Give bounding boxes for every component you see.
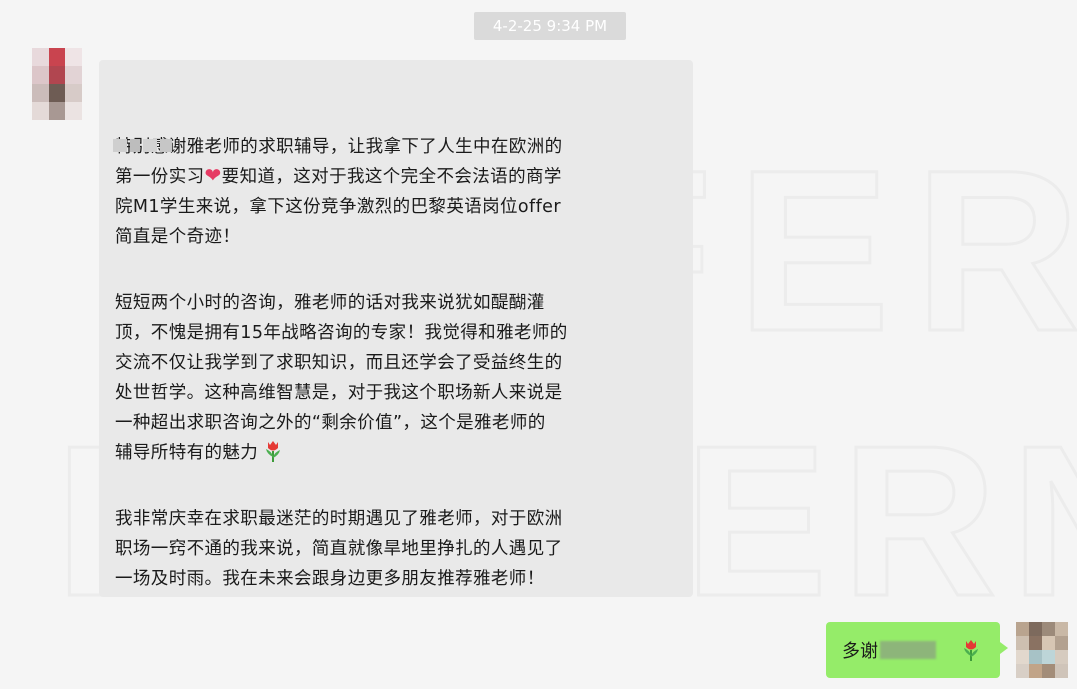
sender-name-blurred [113,139,173,155]
tulip-emoji-icon [266,441,281,462]
message-timestamp: 4-2-25 9:34 PM [474,12,626,40]
paragraph-2-text: 短短两个小时的咨询，雅老师的话对我来说犹如醍醐灌 顶，不愧是拥有15年战略咨询的… [115,293,568,463]
reply-text: 多谢 [842,641,878,662]
sender-avatar[interactable] [32,48,82,120]
reply-name-blurred [880,641,936,659]
message-paragraph-1: 特别感谢雅老师的求职辅导，让我拿下了人生中在欧洲的 第一份实习❤要知道，这对于我… [115,132,671,252]
message-paragraph-2: 短短两个小时的咨询，雅老师的话对我来说犹如醍醐灌 顶，不愧是拥有15年战略咨询的… [115,288,671,468]
self-avatar[interactable] [1016,622,1068,678]
outgoing-message-bubble[interactable]: 多谢 [826,622,1008,678]
message-paragraph-3: 我非常庆幸在求职最迷茫的时期遇见了雅老师，对于欧洲 职场一窍不通的我来说，简直就… [115,504,671,594]
paragraph-3-text: 我非常庆幸在求职最迷茫的时期遇见了雅老师，对于欧洲 职场一窍不通的我来说，简直就… [115,509,563,589]
tulip-emoji-icon [964,640,978,661]
heart-emoji-icon: ❤ [204,163,222,187]
incoming-message-bubble[interactable]: 特别感谢雅老师的求职辅导，让我拿下了人生中在欧洲的 第一份实习❤要知道，这对于我… [99,60,693,597]
